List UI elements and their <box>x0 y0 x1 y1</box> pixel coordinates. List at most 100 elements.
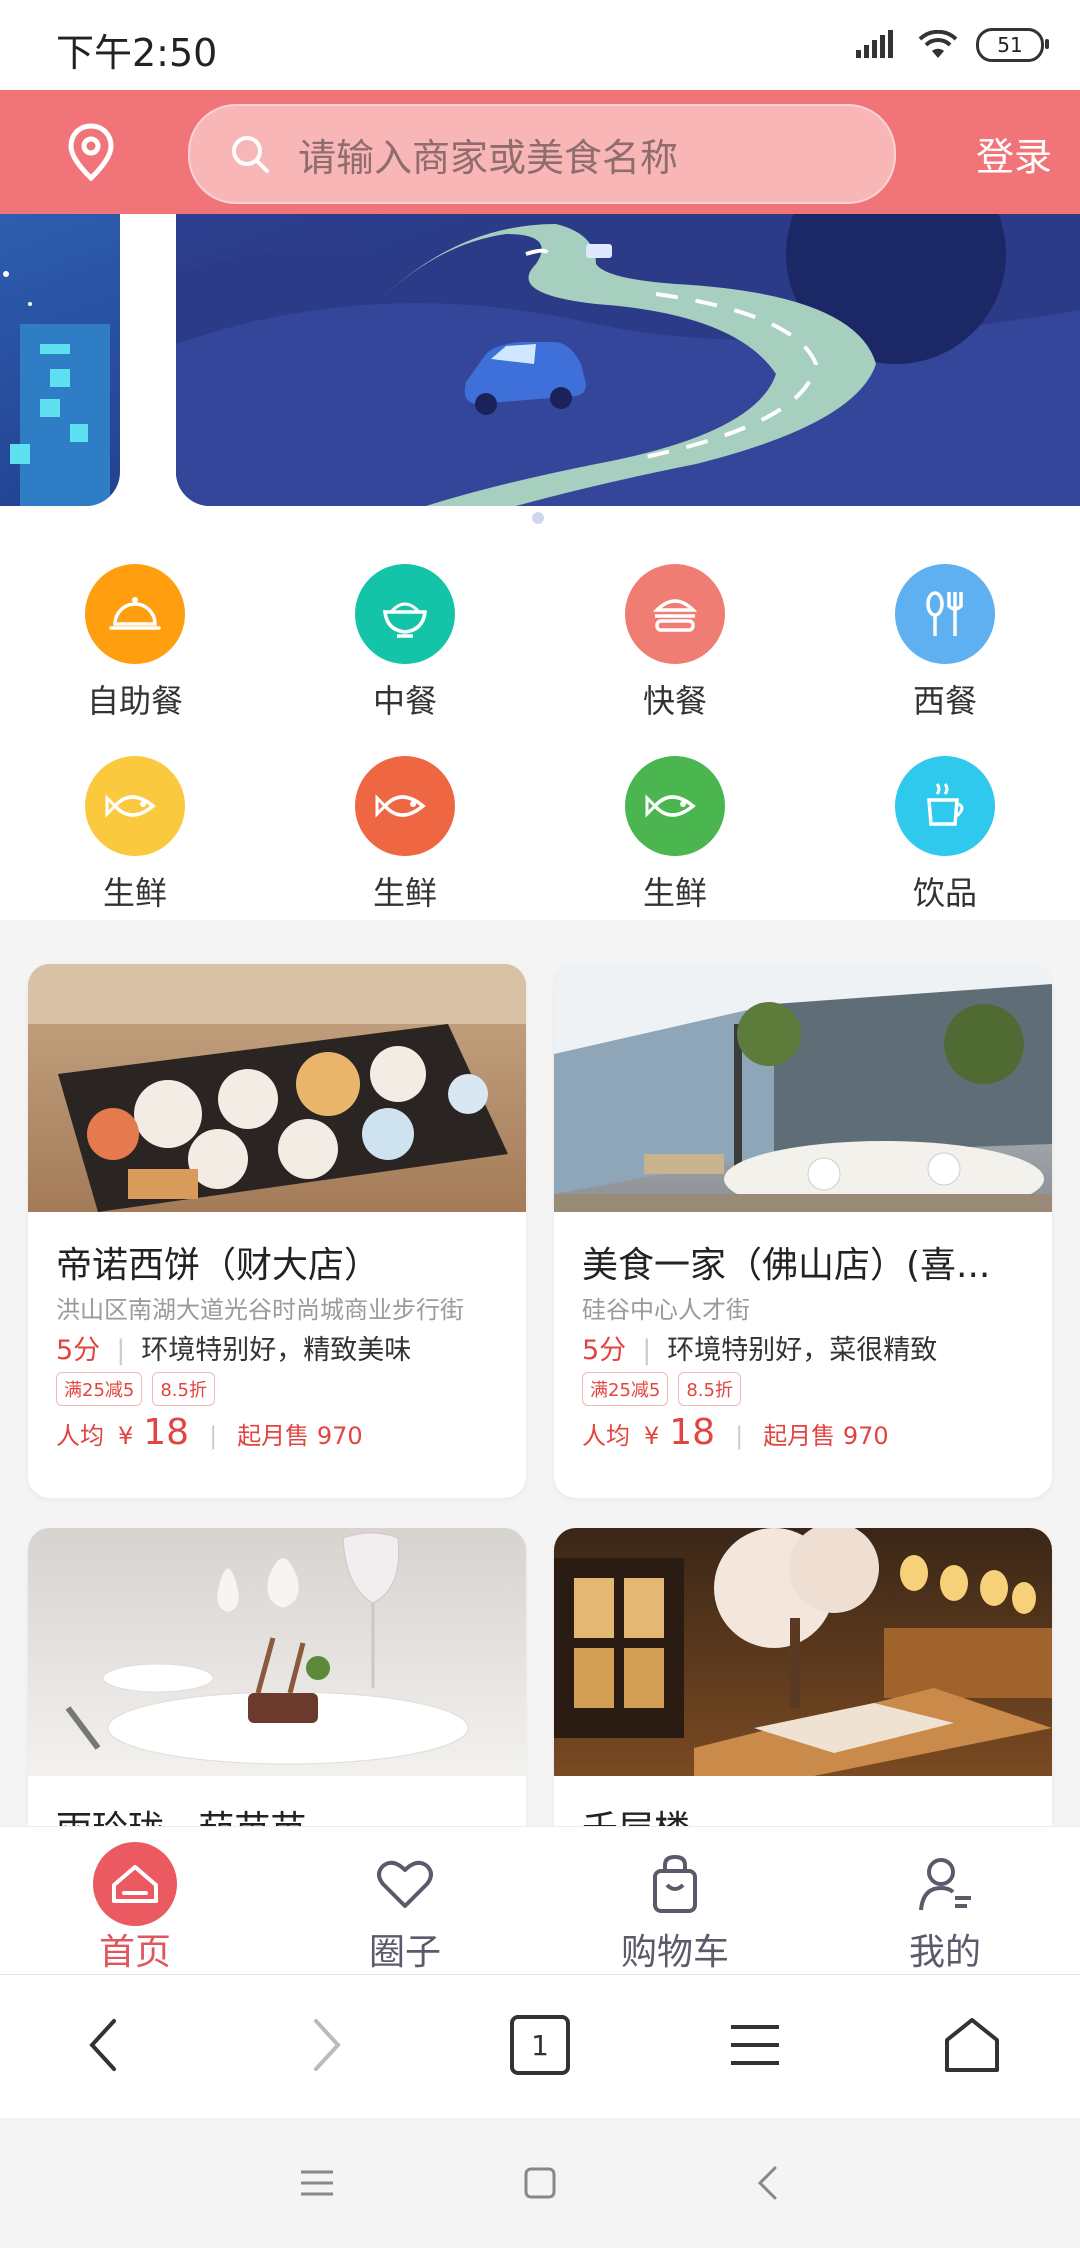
restaurant-name: 帝诺西饼（财大店） <box>56 1245 381 1286</box>
chevron-right-icon <box>314 2019 341 2071</box>
rating-score: 5分 <box>56 1335 101 1366</box>
category-fresh-1[interactable]: 生鲜 <box>35 756 235 914</box>
restaurant-photo <box>554 1528 1052 1776</box>
rating-score: 5分 <box>582 1335 627 1366</box>
chevron-left-icon <box>89 2019 116 2071</box>
fish-icon <box>625 756 725 856</box>
status-icons: 51 <box>854 28 1049 62</box>
home-icon <box>85 1839 185 1929</box>
monthly-sales: 起月售 970 <box>763 1422 889 1450</box>
discount-tag: 满25减5 <box>582 1372 669 1406</box>
browser-toolbar: 1 <box>0 1974 1080 2119</box>
system-recents-button[interactable] <box>292 2158 342 2208</box>
category-label: 生鲜 <box>102 874 167 912</box>
per-person-label: 人均 <box>582 1422 630 1450</box>
browser-home-button[interactable] <box>932 2005 1012 2085</box>
coffee-cup-icon <box>895 756 995 856</box>
browser-back-button[interactable] <box>64 2005 144 2085</box>
average-price: 18 <box>143 1412 190 1453</box>
user-icon <box>895 1839 995 1929</box>
category-fast-food[interactable]: 快餐 <box>575 564 775 722</box>
shopping-bag-icon <box>625 1839 725 1929</box>
restaurant-photo <box>554 964 1052 1212</box>
monthly-sales: 起月售 970 <box>237 1422 363 1450</box>
battery-level: 51 <box>997 33 1023 57</box>
discount-tag: 满25减5 <box>56 1372 143 1406</box>
burger-icon <box>625 564 725 664</box>
menu-icon <box>731 2025 779 2065</box>
carousel-indicator <box>532 512 544 524</box>
tab-label: 购物车 <box>620 1932 729 1973</box>
header-bar: 请输入商家或美食名称 登录 <box>0 90 1080 214</box>
category-buffet[interactable]: 自助餐 <box>35 564 235 722</box>
banner-slide-previous[interactable] <box>0 214 120 506</box>
rice-bowl-icon <box>355 564 455 664</box>
search-bar[interactable]: 请输入商家或美食名称 <box>188 104 896 204</box>
restaurant-address: 洪山区南湖大道光谷时尚城商业步行街 <box>56 1296 464 1324</box>
restaurant-photo <box>28 1528 526 1776</box>
currency-symbol: ¥ <box>644 1422 660 1450</box>
promo-tags: 满25减5 8.5折 <box>56 1372 215 1406</box>
category-label: 生鲜 <box>372 874 437 912</box>
tab-home[interactable]: 首页 <box>0 1827 270 1975</box>
browser-tabs-button[interactable]: 1 <box>500 2005 580 2085</box>
per-person-label: 人均 <box>56 1422 104 1450</box>
divider: | <box>116 1335 126 1366</box>
banner-slide-current[interactable] <box>176 214 1080 506</box>
system-back-button[interactable] <box>742 2158 792 2208</box>
banner-carousel[interactable] <box>0 214 1080 534</box>
location-pin-icon[interactable] <box>58 120 124 186</box>
restaurant-photo <box>28 964 526 1212</box>
search-icon <box>232 136 269 173</box>
square-home-icon <box>524 2167 556 2199</box>
category-drinks[interactable]: 饮品 <box>845 756 1045 914</box>
bottom-tab-bar: 首页 圈子 购物车 我的 <box>0 1826 1080 1975</box>
category-chinese[interactable]: 中餐 <box>305 564 505 722</box>
browser-menu-button[interactable] <box>715 2005 795 2085</box>
category-fresh-3[interactable]: 生鲜 <box>575 756 775 914</box>
login-button[interactable]: 登录 <box>976 126 1052 181</box>
tab-profile[interactable]: 我的 <box>810 1827 1080 1975</box>
restaurant-rating: 5分 | 环境特别好，精致美味 <box>56 1328 411 1367</box>
category-label: 生鲜 <box>642 874 707 912</box>
category-western[interactable]: 西餐 <box>845 564 1045 722</box>
discount-tag: 8.5折 <box>152 1372 215 1406</box>
signal-icon <box>856 30 893 58</box>
promo-tags: 满25减5 8.5折 <box>582 1372 741 1406</box>
status-bar: 下午2:50 51 <box>0 0 1080 90</box>
rating-review: 环境特别好，精致美味 <box>141 1335 412 1366</box>
system-nav-bar <box>0 2118 1080 2248</box>
recents-icon <box>301 2170 333 2196</box>
category-label: 自助餐 <box>86 682 183 720</box>
restaurant-name: 美食一家（佛山店）(喜... <box>582 1245 991 1286</box>
tab-count-icon: 1 <box>510 2015 570 2075</box>
divider: | <box>209 1422 218 1450</box>
search-placeholder: 请输入商家或美食名称 <box>298 135 679 180</box>
price-row: 人均 ¥ 18 | 起月售 970 <box>582 1412 889 1453</box>
battery-icon: 51 <box>976 28 1049 62</box>
restaurant-card[interactable]: 帝诺西饼（财大店） 洪山区南湖大道光谷时尚城商业步行街 5分 | 环境特别好，精致美… <box>28 964 526 1498</box>
rating-review: 环境特别好，菜很精致 <box>667 1335 938 1366</box>
tab-cart[interactable]: 购物车 <box>540 1827 810 1975</box>
road-trip-illustration <box>176 214 1080 506</box>
discount-tag: 8.5折 <box>678 1372 741 1406</box>
average-price: 18 <box>669 1412 716 1453</box>
system-home-button[interactable] <box>515 2158 565 2208</box>
price-row: 人均 ¥ 18 | 起月售 970 <box>56 1412 363 1453</box>
status-time: 下午2:50 <box>56 31 218 75</box>
category-grid: 自助餐 中餐 快餐 西餐 生鲜 生鲜 生鲜 饮品 <box>0 534 1080 920</box>
category-fresh-2[interactable]: 生鲜 <box>305 756 505 914</box>
category-label: 饮品 <box>912 874 977 912</box>
home-outline-icon <box>945 2018 999 2072</box>
tab-count: 1 <box>531 2028 549 2062</box>
restaurant-card[interactable]: 美食一家（佛山店）(喜... 硅谷中心人才街 5分 | 环境特别好，菜很精致 满25… <box>554 964 1052 1498</box>
browser-forward-button[interactable] <box>286 2005 366 2085</box>
divider: | <box>735 1422 744 1450</box>
tab-label: 我的 <box>908 1932 981 1973</box>
restaurant-rating: 5分 | 环境特别好，菜很精致 <box>582 1328 937 1367</box>
tab-circle[interactable]: 圈子 <box>270 1827 540 1975</box>
cloche-icon <box>85 564 185 664</box>
heart-icon <box>355 1839 455 1929</box>
city-illustration <box>3 271 110 506</box>
divider: | <box>642 1335 652 1366</box>
